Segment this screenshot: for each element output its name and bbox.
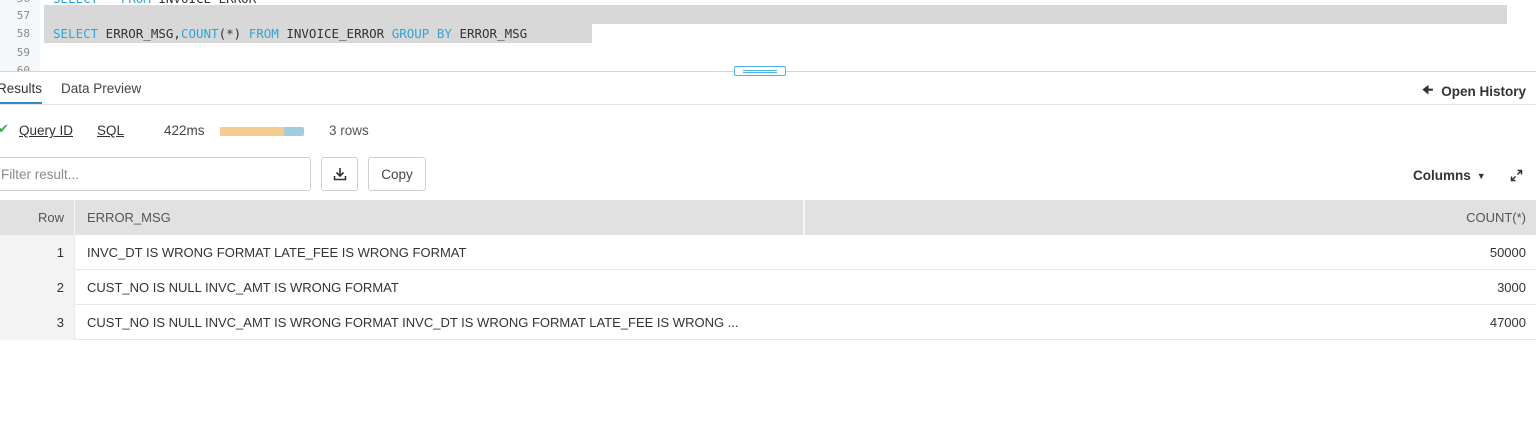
error-msg-cell[interactable]: INVC_DT IS WRONG FORMAT LATE_FEE IS WRON… (76, 235, 805, 270)
caret-down-icon: ▼ (1476, 170, 1486, 181)
arrow-left-icon: 🠈 (1422, 83, 1434, 97)
row-number: 1 (0, 235, 75, 270)
tab-results[interactable]: Results (0, 81, 43, 104)
count-cell[interactable]: 50000 (806, 235, 1536, 270)
header-count[interactable]: COUNT(*) (806, 200, 1536, 235)
code-line[interactable]: 59 (0, 43, 1536, 62)
columns-label: Columns (1413, 168, 1471, 183)
table-header: Row ERROR_MSG COUNT(*) (0, 200, 1536, 235)
row-number: 2 (0, 270, 75, 305)
code-line[interactable]: 58 SELECT ERROR_MSG,COUNT(*) FROM INVOIC… (0, 24, 1536, 43)
download-icon (333, 167, 347, 181)
header-row[interactable]: Row (0, 200, 75, 235)
count-cell[interactable]: 3000 (806, 270, 1536, 305)
table-row[interactable]: 2 CUST_NO IS NULL INVC_AMT IS WRONG FORM… (0, 270, 1536, 305)
table-row[interactable]: 3 CUST_NO IS NULL INVC_AMT IS WRONG FORM… (0, 305, 1536, 340)
row-number: 3 (0, 305, 75, 340)
sql-link[interactable]: SQL (97, 123, 124, 138)
query-status: ✔ Query ID SQL 422ms 3 rows (0, 120, 800, 142)
code-text[interactable]: SELECT ERROR_MSG,COUNT(*) FROM INVOICE_E… (53, 24, 527, 43)
header-error-msg[interactable]: ERROR_MSG (76, 200, 805, 235)
query-duration: 422ms (164, 123, 205, 138)
query-id-link[interactable]: Query ID (19, 123, 73, 138)
table-row[interactable]: 1 INVC_DT IS WRONG FORMAT LATE_FEE IS WR… (0, 235, 1536, 270)
results-tab-bar: Results Data Preview 🠈 Open History (0, 72, 1536, 105)
check-icon: ✔ (0, 121, 9, 136)
expand-icon[interactable] (1510, 169, 1523, 187)
line-number: 57 (16, 9, 30, 22)
copy-button[interactable]: Copy (368, 157, 426, 191)
error-msg-cell[interactable]: CUST_NO IS NULL INVC_AMT IS WRONG FORMAT… (76, 305, 805, 340)
code-line[interactable]: 57 (0, 6, 1536, 25)
execution-progress-bar (220, 127, 304, 136)
filter-input[interactable] (0, 157, 311, 191)
sql-editor[interactable]: 56 SELECT * FROM INVOICE_ERROR 57 58 SEL… (0, 0, 1536, 72)
columns-dropdown[interactable]: Columns ▼ (1413, 168, 1486, 183)
open-history-button[interactable]: 🠈 Open History (1422, 81, 1526, 102)
open-history-label: Open History (1441, 84, 1526, 99)
count-cell[interactable]: 47000 (806, 305, 1536, 340)
line-number: 59 (16, 46, 30, 59)
line-number: 58 (16, 27, 30, 40)
download-button[interactable] (321, 157, 358, 191)
tab-data-preview[interactable]: Data Preview (61, 81, 141, 96)
error-msg-cell[interactable]: CUST_NO IS NULL INVC_AMT IS WRONG FORMAT (76, 270, 805, 305)
execution-progress-fill (220, 127, 284, 136)
row-count: 3 rows (329, 123, 369, 138)
result-table: Row ERROR_MSG COUNT(*) 1 INVC_DT IS WRON… (0, 200, 1536, 340)
